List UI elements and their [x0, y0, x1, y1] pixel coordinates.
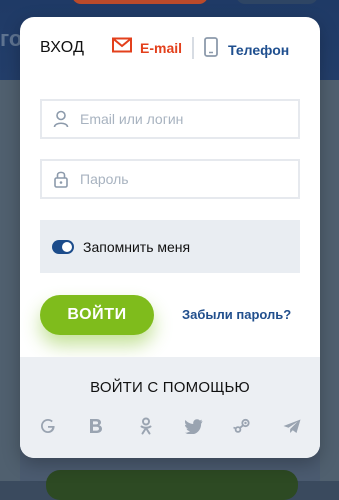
- twitter-icon[interactable]: [182, 414, 206, 438]
- tab-email[interactable]: E-mail: [112, 37, 182, 58]
- login-title: ВХОД: [40, 39, 85, 56]
- envelope-icon: [112, 37, 132, 58]
- login-input[interactable]: [78, 100, 298, 138]
- background-panel: [320, 80, 339, 481]
- remember-me-label: Запомнить меня: [83, 238, 191, 255]
- remember-me-toggle[interactable]: [52, 239, 74, 254]
- lock-icon: [52, 169, 70, 189]
- background-button: [72, 0, 208, 4]
- background-button: [46, 470, 298, 500]
- login-modal: ВХОД E-mail Телефон Email или логин Запо…: [20, 17, 320, 458]
- social-login-section: ВОЙТИ С ПОМОЩЬЮ: [20, 357, 320, 458]
- steam-icon[interactable]: [230, 414, 254, 438]
- remember-me-row: Запомнить меня: [40, 220, 300, 273]
- telegram-icon[interactable]: [280, 414, 304, 438]
- google-icon[interactable]: [36, 414, 60, 438]
- background-button: [236, 0, 318, 4]
- login-tabs: ВХОД E-mail Телефон: [20, 17, 320, 77]
- login-button[interactable]: ВОЙТИ: [40, 295, 154, 335]
- tab-divider: [192, 37, 194, 59]
- login-field[interactable]: [40, 99, 300, 139]
- smartphone-icon: [204, 37, 218, 62]
- social-login-title: ВОЙТИ С ПОМОЩЬЮ: [90, 379, 250, 396]
- password-input[interactable]: [78, 160, 298, 198]
- background-panel: [0, 80, 20, 481]
- odnoklassniki-icon[interactable]: [134, 414, 158, 438]
- tab-email-label: E-mail: [140, 39, 183, 56]
- user-icon: [52, 109, 70, 129]
- forgot-password-link[interactable]: Забыли пароль?: [182, 307, 291, 322]
- tab-phone[interactable]: Телефон: [204, 37, 289, 62]
- password-field[interactable]: [40, 159, 300, 199]
- vk-icon[interactable]: [84, 414, 108, 438]
- social-icons-row: [20, 414, 320, 438]
- tab-phone-label: Телефон: [228, 41, 290, 58]
